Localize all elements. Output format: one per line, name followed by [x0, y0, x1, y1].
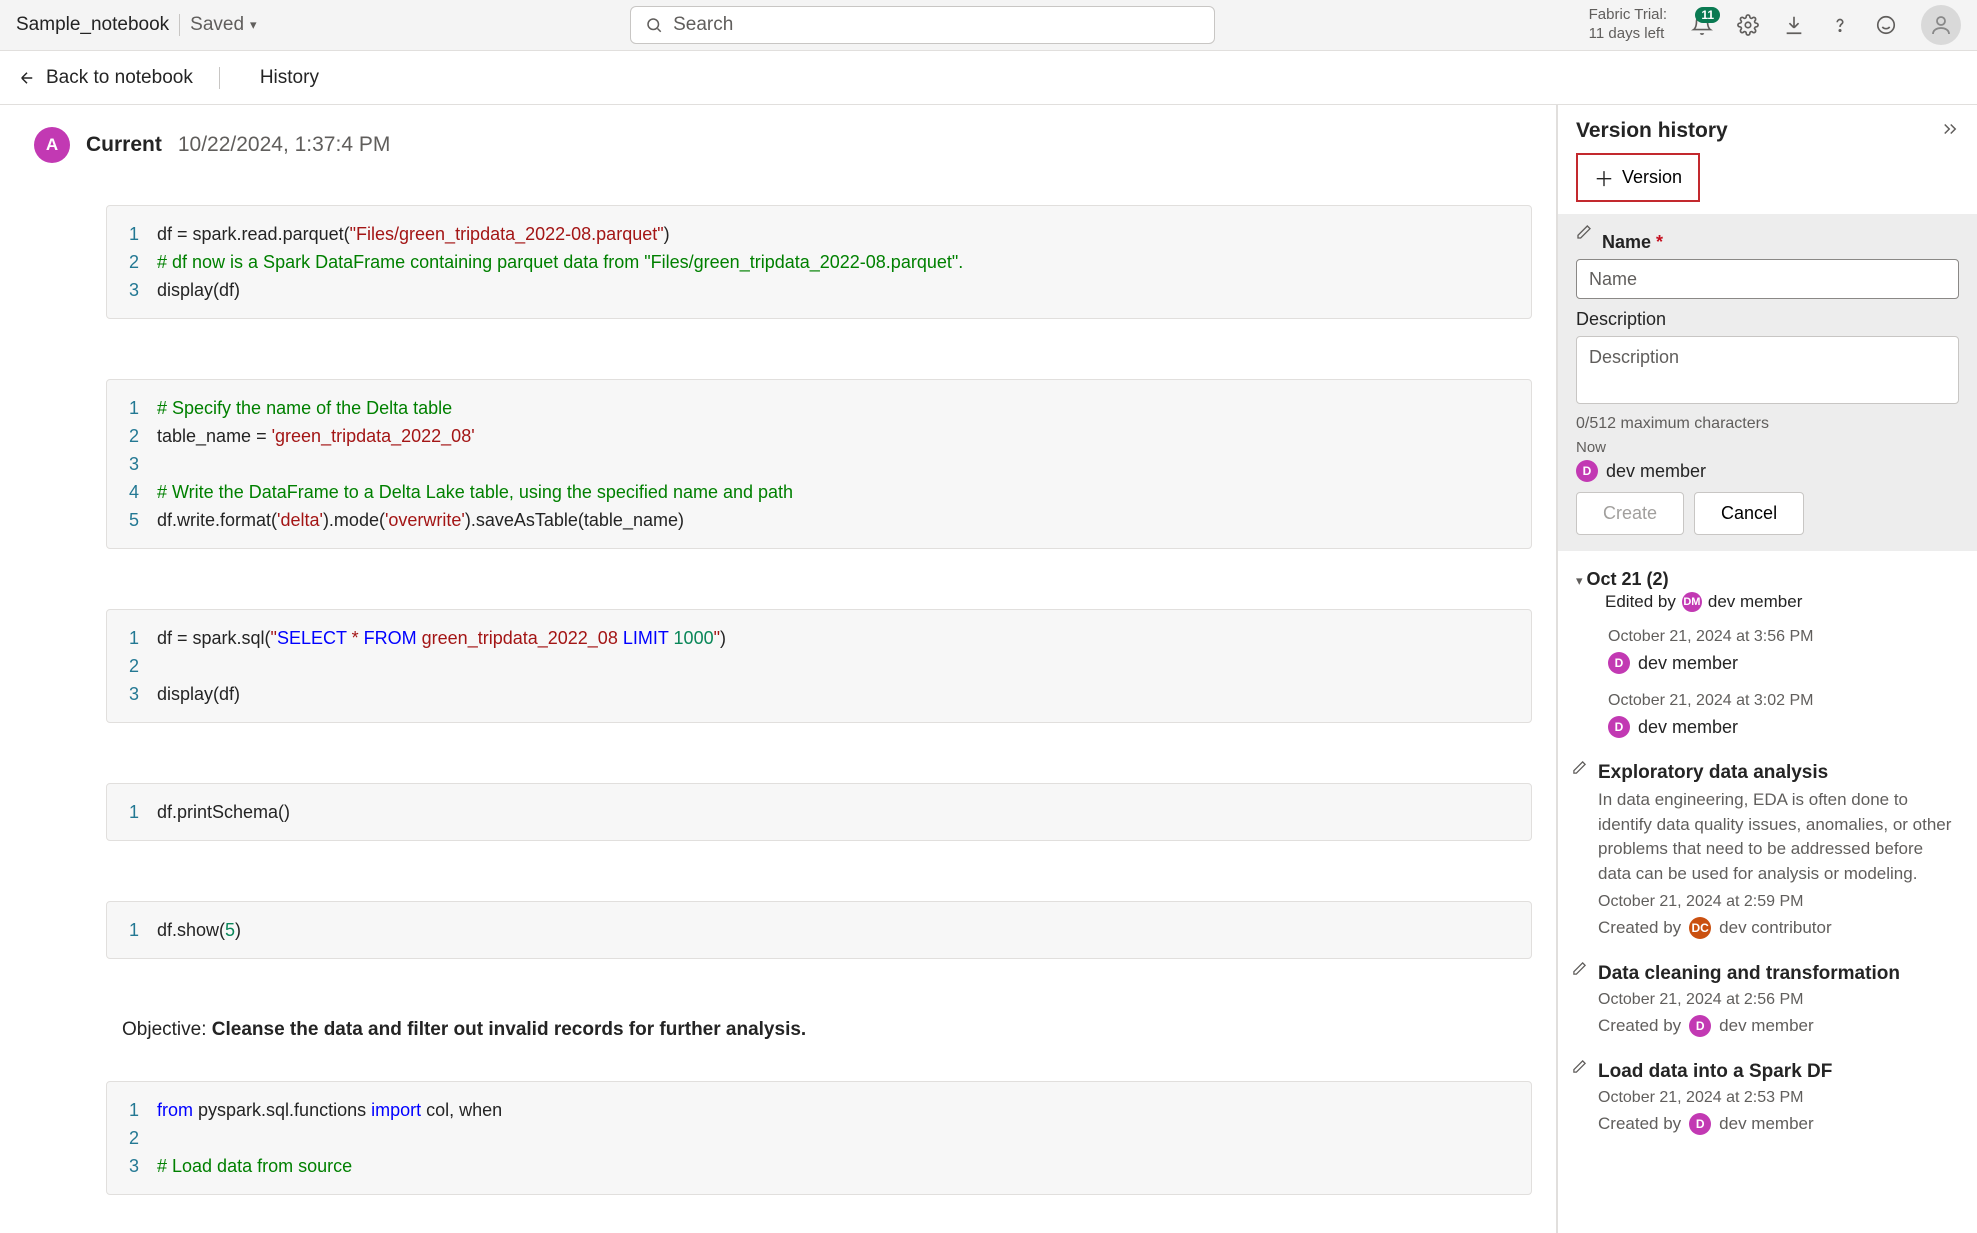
pencil-icon	[1572, 760, 1587, 780]
search-input[interactable]	[673, 14, 1200, 36]
account-avatar[interactable]	[1921, 5, 1961, 45]
version-button-label: Version	[1622, 167, 1682, 188]
pencil-icon	[1572, 1059, 1587, 1079]
user-pill: DC	[1689, 917, 1711, 939]
vertical-divider	[219, 67, 220, 89]
history-tab[interactable]: History	[260, 67, 319, 89]
entry-timestamp: October 21, 2024 at 3:02 PM	[1608, 692, 1959, 710]
named-version-entry[interactable]: Exploratory data analysis In data enginee…	[1558, 746, 1977, 947]
version-title: Exploratory data analysis	[1598, 762, 1959, 784]
search-icon	[645, 16, 663, 34]
person-icon	[1929, 13, 1953, 37]
notifications-button[interactable]: 11	[1691, 14, 1713, 36]
entry-user: Ddev member	[1608, 716, 1959, 738]
created-by: Created byDCdev contributor	[1598, 917, 1959, 939]
smiley-icon	[1875, 14, 1897, 36]
chevron-down-icon: ▾	[1576, 573, 1583, 589]
version-timestamp: October 21, 2024 at 2:53 PM	[1598, 1089, 1959, 1107]
trial-status: Fabric Trial: 11 days left	[1589, 6, 1667, 44]
code-cell[interactable]: 1# Specify the name of the Delta table2t…	[106, 379, 1532, 549]
top-bar: Sample_notebook Saved ▾ Fabric Trial: 11…	[0, 0, 1977, 51]
version-group[interactable]: ▾ Oct 21 (2) Edited by DM dev member	[1558, 561, 1977, 618]
code-cell[interactable]: 1df = spark.read.parquet("Files/green_tr…	[26, 205, 1532, 319]
name-label: Name *	[1602, 232, 1959, 253]
named-version-entry[interactable]: Load data into a Spark DF October 21, 202…	[1558, 1045, 1977, 1143]
code-cell[interactable]: 1df = spark.sql("SELECT * FROM green_tri…	[106, 609, 1532, 723]
download-icon	[1783, 14, 1805, 36]
saved-label: Saved	[190, 14, 244, 36]
search-box[interactable]	[630, 6, 1215, 44]
version-history-panel: Version history ＋ Version Name * Descrip…	[1557, 105, 1977, 1233]
back-label: Back to notebook	[46, 67, 193, 89]
version-timestamp: October 21, 2024 at 2:56 PM	[1598, 991, 1959, 1009]
group-title: Oct 21 (2)	[1587, 569, 1669, 590]
download-button[interactable]	[1783, 14, 1805, 36]
objective-text: Objective: Cleanse the data and filter o…	[122, 1019, 1532, 1041]
version-list: ▾ Oct 21 (2) Edited by DM dev member Oct…	[1558, 551, 1977, 1233]
edited-by-label: Edited by	[1605, 592, 1676, 612]
user-pill: D	[1608, 652, 1630, 674]
char-counter: 0/512 maximum characters	[1576, 415, 1959, 433]
vertical-divider	[179, 14, 180, 36]
description-input[interactable]	[1576, 336, 1959, 404]
version-title: Data cleaning and transformation	[1598, 963, 1959, 985]
user-pill: D	[1608, 716, 1630, 738]
code-cell[interactable]: 1from pyspark.sql.functions import col, …	[106, 1081, 1532, 1195]
created-by: Created byDdev member	[1598, 1113, 1959, 1135]
user-pill: D	[1576, 460, 1598, 482]
code-cell[interactable]: 1df.printSchema()	[106, 783, 1532, 841]
entry-user: Ddev member	[1608, 652, 1959, 674]
cancel-button[interactable]: Cancel	[1694, 492, 1804, 535]
saved-status[interactable]: Saved ▾	[190, 14, 256, 36]
entry-timestamp: October 21, 2024 at 3:56 PM	[1608, 628, 1959, 646]
back-to-notebook[interactable]: Back to notebook	[18, 67, 193, 89]
pencil-icon	[1576, 224, 1592, 245]
user-pill: D	[1689, 1113, 1711, 1135]
settings-button[interactable]	[1737, 14, 1759, 36]
code-cell[interactable]: 1df.show(5)	[106, 901, 1532, 959]
avatar: A	[34, 127, 70, 163]
pencil-icon	[1572, 961, 1587, 981]
panel-title: Version history	[1576, 119, 1728, 143]
version-description: In data engineering, EDA is often done t…	[1598, 788, 1959, 887]
notification-badge: 11	[1695, 7, 1720, 23]
current-timestamp: 10/22/2024, 1:37:4 PM	[178, 133, 391, 157]
create-button[interactable]: Create	[1576, 492, 1684, 535]
feedback-button[interactable]	[1875, 14, 1897, 36]
version-entry[interactable]: October 21, 2024 at 3:02 PM Ddev member	[1558, 682, 1977, 746]
editor-name: dev member	[1708, 592, 1802, 612]
named-version-entry[interactable]: Data cleaning and transformation October …	[1558, 947, 1977, 1045]
current-version-row: A Current 10/22/2024, 1:37:4 PM	[0, 123, 1556, 183]
now-label: Now	[1576, 439, 1959, 456]
user-name: dev member	[1606, 461, 1706, 482]
name-input[interactable]	[1576, 259, 1959, 299]
new-version-button[interactable]: ＋ Version	[1576, 153, 1700, 202]
user-pill: DM	[1682, 592, 1702, 612]
now-user: D dev member	[1576, 460, 1959, 482]
created-by: Created byDdev member	[1598, 1015, 1959, 1037]
breadcrumb-bar: Back to notebook History	[0, 51, 1977, 105]
notebook-name[interactable]: Sample_notebook	[16, 14, 169, 36]
collapse-panel-icon[interactable]	[1941, 120, 1959, 143]
question-icon	[1829, 14, 1851, 36]
notebook-content: A Current 10/22/2024, 1:37:4 PM 1df = sp…	[0, 105, 1557, 1233]
version-entry[interactable]: October 21, 2024 at 3:56 PM Ddev member	[1558, 618, 1977, 682]
plus-icon: ＋	[1594, 163, 1614, 192]
current-label: Current	[86, 133, 162, 157]
version-timestamp: October 21, 2024 at 2:59 PM	[1598, 893, 1959, 911]
version-title: Load data into a Spark DF	[1598, 1061, 1959, 1083]
create-version-form: Name * Description 0/512 maximum charact…	[1558, 214, 1977, 551]
description-label: Description	[1576, 309, 1959, 330]
user-pill: D	[1689, 1015, 1711, 1037]
arrow-left-icon	[18, 69, 36, 87]
gear-icon	[1737, 14, 1759, 36]
help-button[interactable]	[1829, 14, 1851, 36]
